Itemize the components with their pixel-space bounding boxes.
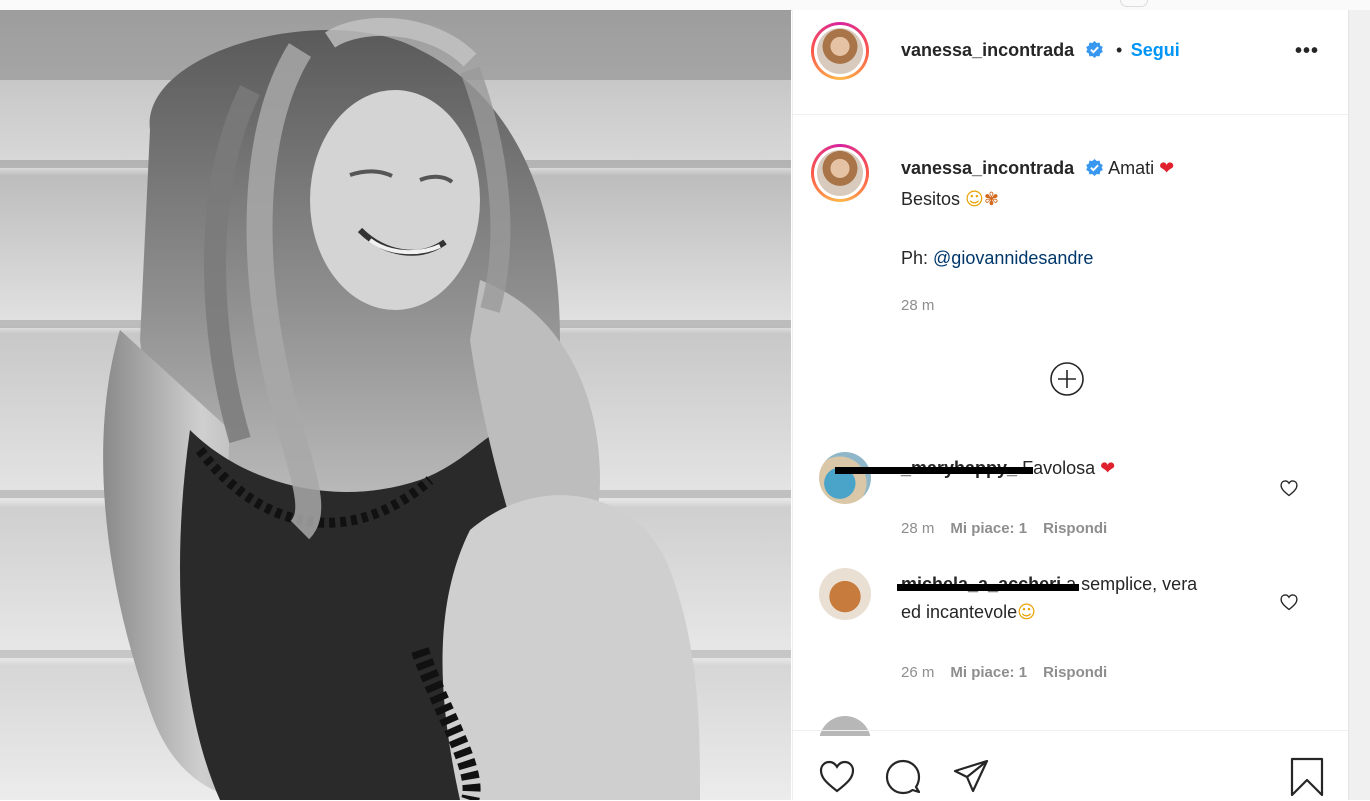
comment-time: 26 m xyxy=(901,664,935,681)
comment-heart-icon[interactable] xyxy=(1279,592,1299,612)
reply-button[interactable]: Rispondi xyxy=(1043,664,1107,681)
post-photo[interactable] xyxy=(0,10,791,800)
comment-likes[interactable]: Mi piace: 1 xyxy=(950,664,1027,681)
header-user-row: vanessa_incontrada • Segui xyxy=(901,40,1180,61)
commenter-avatar[interactable] xyxy=(819,452,871,504)
red-heart-emoji-icon: ❤ xyxy=(1159,158,1175,179)
post-photo-illustration xyxy=(0,10,791,800)
photo-credit: Ph: @giovannidesandre xyxy=(901,243,1301,274)
page-scrollbar[interactable] xyxy=(1348,10,1370,800)
commenter-username[interactable]: _maryhappy_ xyxy=(835,458,1033,478)
avatar-image xyxy=(817,150,863,196)
top-caret xyxy=(1120,0,1148,7)
share-icon[interactable] xyxy=(951,757,991,797)
comment-time: 28 m xyxy=(901,520,935,537)
comment-text-line2-value: ed incantevole xyxy=(901,602,1018,622)
credit-mention-link[interactable]: @giovannidesandre xyxy=(933,248,1093,268)
caption-username[interactable]: vanessa_incontrada xyxy=(901,158,1074,178)
commenter-avatar[interactable] xyxy=(819,568,871,620)
add-circle-icon[interactable] xyxy=(1049,361,1085,397)
caption-timestamp: 28 m xyxy=(901,297,935,314)
red-heart-emoji-icon: ❤ xyxy=(1100,458,1116,479)
comment-meta: 28 m Mi piace: 1 Rispondi xyxy=(901,520,1107,537)
post-header: vanessa_incontrada • Segui ••• xyxy=(793,10,1349,115)
post-side-panel: vanessa_incontrada • Segui ••• vanessa_i… xyxy=(792,10,1349,800)
verified-badge-icon xyxy=(1086,158,1103,177)
author-avatar[interactable] xyxy=(811,22,869,80)
comment-text: a semplice, vera xyxy=(1066,574,1198,594)
caption-line2: Besitos ☺✾ xyxy=(901,184,1301,215)
post-caption: vanessa_incontrada Amati ❤ Besitos ☺✾ Ph… xyxy=(901,153,1301,321)
comment-icon[interactable] xyxy=(883,757,923,797)
bookmark-icon[interactable] xyxy=(1287,757,1327,797)
commenter-username[interactable]: michela_a_accheri xyxy=(897,574,1079,594)
post-actions-bar xyxy=(793,730,1349,801)
comment-text-line2: ed incantevole☺ xyxy=(901,598,1251,627)
caption-besitos: Besitos xyxy=(901,189,961,209)
comment-likes[interactable]: Mi piace: 1 xyxy=(950,520,1027,537)
comment-text: Favolosa xyxy=(1022,458,1096,478)
author-username[interactable]: vanessa_incontrada xyxy=(901,40,1074,60)
credit-prefix: Ph: xyxy=(901,248,934,268)
heart-icon[interactable] xyxy=(817,757,857,797)
caption-text: Amati xyxy=(1108,158,1155,178)
butterfly-emoji-icon: ✾ xyxy=(983,189,999,210)
smiling-face-emoji-icon: ☺ xyxy=(1017,602,1036,623)
reply-button[interactable]: Rispondi xyxy=(1043,520,1107,537)
smiling-face-emoji-icon: ☺ xyxy=(965,189,984,210)
comment-heart-icon[interactable] xyxy=(1279,478,1299,498)
redaction-bar xyxy=(897,584,1079,591)
more-options-icon[interactable]: ••• xyxy=(1295,40,1319,63)
comment-body: michela_a_accheri a semplice, vera ed in… xyxy=(897,570,1251,627)
separator-dot: • xyxy=(1116,40,1123,60)
caption-author-avatar[interactable] xyxy=(811,144,869,202)
verified-badge-icon xyxy=(1085,40,1103,59)
comment-body: _maryhappy_ Favolosa ❤ xyxy=(835,454,1251,483)
avatar-image xyxy=(817,28,863,74)
redaction-bar xyxy=(835,467,1033,474)
follow-button[interactable]: Segui xyxy=(1131,40,1180,60)
comment-meta: 26 m Mi piace: 1 Rispondi xyxy=(901,664,1107,681)
